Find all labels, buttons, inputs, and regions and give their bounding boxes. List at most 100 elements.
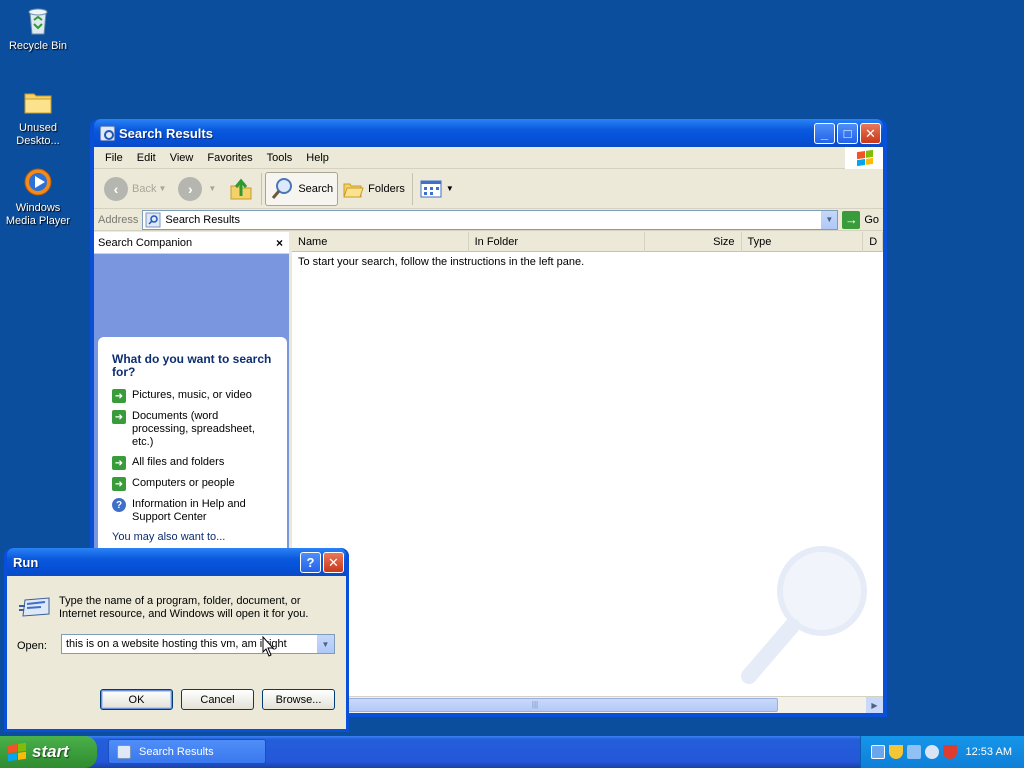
go-arrow-icon: → xyxy=(842,210,861,229)
search-option-computers[interactable]: ➜ Computers or people xyxy=(112,477,277,491)
more-options-text: You may also want to... xyxy=(112,531,226,543)
desktop-icon-recycle-bin[interactable]: Recycle Bin xyxy=(0,4,76,53)
run-title: Run xyxy=(13,554,39,570)
windows-update-icon[interactable] xyxy=(907,745,921,759)
search-options-panel: What do you want to search for? ➜ Pictur… xyxy=(98,337,287,577)
scroll-right-arrow-icon[interactable]: ▶ xyxy=(866,697,883,713)
chevron-down-icon: ▼ xyxy=(158,184,167,193)
security-alert-icon[interactable] xyxy=(943,745,957,759)
folders-label: Folders xyxy=(368,182,405,195)
forward-button[interactable]: › ▼ xyxy=(174,172,224,206)
address-input[interactable]: Search Results ▼ xyxy=(142,209,839,230)
horizontal-scrollbar[interactable]: ||| ▶ xyxy=(292,696,883,713)
go-label: Go xyxy=(864,213,879,226)
search-option-pictures[interactable]: ➜ Pictures, music, or video xyxy=(112,389,277,403)
open-dropdown-button[interactable]: ▼ xyxy=(317,635,334,653)
go-button[interactable]: → Go xyxy=(842,210,879,229)
open-input-value: this is on a website hosting this vm, am… xyxy=(66,638,287,650)
close-button[interactable]: ✕ xyxy=(860,122,881,144)
run-program-icon xyxy=(19,597,50,617)
search-icon xyxy=(272,177,293,199)
explorer-titlebar[interactable]: Search Results _ □ ✕ xyxy=(94,119,883,147)
menu-favorites[interactable]: Favorites xyxy=(200,152,259,164)
desktop-icon-label: Recycle Bin xyxy=(8,40,68,52)
arrow-right-icon: ➜ xyxy=(112,389,126,403)
start-button[interactable]: start xyxy=(0,736,97,768)
windows-logo-icon xyxy=(845,147,883,169)
address-dropdown-button[interactable]: ▼ xyxy=(820,210,838,229)
column-name[interactable]: Name xyxy=(292,232,469,252)
arrow-right-icon: ➜ xyxy=(112,456,126,470)
maximize-button[interactable]: □ xyxy=(837,122,858,144)
search-button[interactable]: Search xyxy=(265,171,339,206)
toolbar-separator xyxy=(261,172,263,205)
windows-flag-icon xyxy=(8,742,26,762)
folders-button[interactable]: Folders xyxy=(338,172,409,206)
close-icon[interactable]: × xyxy=(276,236,283,250)
ok-button[interactable]: OK xyxy=(100,689,173,710)
menu-edit[interactable]: Edit xyxy=(130,152,163,164)
desktop-icon-media-player[interactable]: Windows Media Player xyxy=(0,166,76,228)
forward-arrow-icon: › xyxy=(178,176,203,201)
up-button[interactable] xyxy=(224,172,258,206)
desktop-icon-label-text: Unused Deskto... xyxy=(16,122,60,147)
help-icon: ? xyxy=(112,498,126,512)
media-player-icon xyxy=(22,166,54,198)
search-option-help[interactable]: ? Information in Help and Support Center xyxy=(112,498,277,524)
folder-icon xyxy=(22,86,54,118)
back-arrow-icon: ‹ xyxy=(104,176,128,201)
network-icon[interactable] xyxy=(871,745,885,759)
back-label: Back xyxy=(132,182,157,195)
menu-bar: File Edit View Favorites Tools Help xyxy=(94,147,883,169)
taskbar: start Search Results 12:53 AM xyxy=(0,736,1024,768)
views-button[interactable]: ▼ xyxy=(416,172,462,206)
search-option-label: Computers or people xyxy=(132,477,235,489)
open-label: Open: xyxy=(17,640,47,652)
address-bar: Address Search Results ▼ → Go xyxy=(94,209,883,231)
back-button[interactable]: ‹ Back ▼ xyxy=(100,172,174,206)
menu-help[interactable]: Help xyxy=(299,152,336,164)
display-icon[interactable] xyxy=(925,745,939,759)
scrollbar-thumb[interactable]: ||| xyxy=(292,698,778,712)
search-companion-title: Search Companion xyxy=(98,236,193,249)
desktop-icon-unused-desktop[interactable]: Unused Deskto... xyxy=(0,86,76,148)
browse-button[interactable]: Browse... xyxy=(262,689,335,710)
search-companion-header: Search Companion × xyxy=(94,232,289,254)
magnifier-watermark-icon xyxy=(741,546,867,684)
standard-toolbar: ‹ Back ▼ › ▼ Search Folders ▼ xyxy=(94,169,883,209)
column-date[interactable]: D xyxy=(863,232,883,252)
cancel-button[interactable]: Cancel xyxy=(181,689,254,710)
empty-results-message: To start your search, follow the instruc… xyxy=(298,256,585,268)
open-input[interactable]: this is on a website hosting this vm, am… xyxy=(61,634,335,654)
minimize-button[interactable]: _ xyxy=(814,122,835,144)
arrow-right-icon: ➜ xyxy=(112,410,126,424)
column-headers: Name In Folder Size Type D xyxy=(292,232,883,252)
help-button[interactable]: ? xyxy=(300,551,321,573)
column-type[interactable]: Type xyxy=(742,232,864,252)
folder-up-icon xyxy=(230,178,252,199)
search-question: What do you want to search for? xyxy=(112,352,272,379)
run-close-button[interactable]: ✕ xyxy=(323,551,344,573)
menu-tools[interactable]: Tools xyxy=(260,152,300,164)
taskbar-item-search-results[interactable]: Search Results xyxy=(108,739,266,764)
chevron-down-icon: ▼ xyxy=(208,184,217,193)
system-tray: 12:53 AM xyxy=(860,736,1024,768)
address-value: Search Results xyxy=(165,213,240,226)
search-option-all-files[interactable]: ➜ All files and folders xyxy=(112,456,277,470)
search-option-documents[interactable]: ➜ Documents (word processing, spreadshee… xyxy=(112,410,277,449)
run-titlebar[interactable]: Run ? ✕ xyxy=(7,548,346,576)
column-in-folder[interactable]: In Folder xyxy=(469,232,646,252)
menu-file[interactable]: File xyxy=(98,152,130,164)
start-label: start xyxy=(32,742,69,761)
security-shield-icon[interactable] xyxy=(889,745,903,759)
clock[interactable]: 12:53 AM xyxy=(966,746,1012,758)
toolbar-separator xyxy=(411,172,413,205)
run-client: Type the name of a program, folder, docu… xyxy=(7,576,346,729)
mouse-cursor-icon xyxy=(262,636,274,657)
views-icon xyxy=(420,180,442,197)
menu-view[interactable]: View xyxy=(163,152,201,164)
desktop-icon-label: Unused Deskto... xyxy=(0,122,76,148)
taskbar-item-label: Search Results xyxy=(139,745,214,758)
folders-icon xyxy=(343,183,364,197)
column-size[interactable]: Size xyxy=(645,232,742,252)
